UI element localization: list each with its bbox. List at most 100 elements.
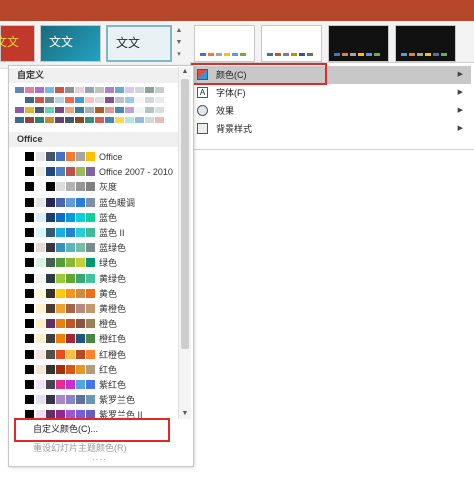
color-chip — [36, 228, 45, 237]
reset-theme-colors-menu-item: 重设幻灯片主题颜色(R) — [33, 443, 127, 453]
color-scheme-item[interactable]: 蓝绿色 — [13, 241, 181, 255]
color-scheme-label: 蓝色暖调 — [99, 197, 136, 208]
color-chip — [46, 152, 55, 161]
color-chip — [15, 87, 24, 93]
color-scheme-item[interactable]: 黄橙色 — [13, 302, 181, 316]
variant-color-chip — [307, 53, 313, 56]
color-chip — [86, 334, 95, 344]
color-scheme-item[interactable]: 黄色 — [13, 287, 181, 301]
color-scheme-item[interactable]: 蓝色 — [13, 211, 181, 225]
color-chip — [25, 304, 34, 313]
color-chip — [155, 107, 164, 113]
color-chip — [56, 167, 65, 177]
color-chip — [155, 97, 164, 103]
color-chip — [105, 117, 114, 123]
chevron-up-icon[interactable]: ▲ — [174, 25, 184, 37]
color-scheme-item[interactable]: Office — [13, 150, 181, 164]
chevron-down-icon[interactable]: ▼ — [174, 37, 184, 49]
color-chip — [55, 97, 64, 103]
color-scheme-item[interactable]: 红色 — [13, 363, 181, 377]
color-chip — [15, 182, 24, 192]
variant-thumbnail-1[interactable] — [194, 25, 255, 62]
custom-color-scheme[interactable] — [15, 117, 165, 123]
submenu-item-effects[interactable]: 效果 ▶ — [193, 102, 471, 120]
color-scheme-item[interactable]: 蓝色 II — [13, 226, 181, 240]
color-chip — [36, 167, 45, 177]
color-scheme-label: 黄橙色 — [99, 304, 127, 314]
color-chip — [76, 258, 85, 268]
color-chip — [56, 258, 65, 268]
custom-color-scheme[interactable] — [15, 87, 165, 93]
color-scheme-label: 黄绿色 — [99, 273, 127, 284]
custom-color-scheme[interactable] — [15, 107, 165, 113]
color-chip — [115, 87, 124, 93]
color-chip — [15, 380, 24, 389]
submenu-item-background-styles[interactable]: 背景样式 ▶ — [193, 120, 471, 138]
theme-thumbnail-2[interactable]: 文文 — [40, 25, 101, 62]
color-chip — [125, 117, 134, 123]
variant-color-chip — [401, 53, 407, 56]
color-swatch-set — [15, 380, 96, 389]
chevron-right-icon: ▶ — [457, 89, 463, 96]
color-swatch-set — [15, 349, 96, 359]
color-scheme-item[interactable]: 灰度 — [13, 180, 181, 194]
scrollbar-thumb[interactable] — [181, 79, 189, 349]
custom-color-scheme[interactable] — [15, 97, 165, 103]
color-chip — [36, 304, 45, 313]
color-chip — [36, 288, 45, 298]
color-swatch-set — [15, 334, 96, 344]
color-swatch-set — [15, 197, 96, 207]
color-scheme-item[interactable]: 蓝色暖调 — [13, 196, 181, 210]
theme-thumbnail-3[interactable]: 文文 — [106, 25, 172, 62]
color-scheme-item[interactable]: 橙红色 — [13, 332, 181, 346]
color-chip — [66, 182, 75, 192]
color-chip — [95, 97, 104, 103]
color-chip — [45, 97, 54, 103]
variant-thumbnail-2[interactable] — [261, 25, 322, 62]
submenu-item-label: 背景样式 — [216, 124, 253, 134]
color-swatch-set — [15, 304, 96, 313]
color-swatch-set — [15, 182, 96, 192]
color-chip — [15, 349, 24, 359]
scroll-down-icon[interactable]: ▼ — [179, 409, 191, 419]
variant-color-chip — [283, 53, 289, 56]
color-chip — [15, 288, 24, 298]
color-scheme-item[interactable]: 紫红色 — [13, 378, 181, 392]
color-chip — [15, 243, 24, 253]
color-scheme-item[interactable]: 黄绿色 — [13, 272, 181, 286]
scroll-up-icon[interactable]: ▲ — [179, 67, 191, 77]
gallery-more-icon[interactable]: ▾ — [174, 49, 184, 61]
color-chip — [86, 288, 95, 298]
resize-grip-icon[interactable]: ···· — [92, 455, 107, 464]
color-chip — [115, 107, 124, 113]
color-chip — [56, 319, 65, 329]
color-chip — [145, 97, 154, 103]
color-chip — [46, 319, 55, 329]
theme-gallery-scroller: ▲ ▼ ▾ — [174, 25, 184, 62]
color-chip — [15, 395, 24, 405]
color-chip — [66, 243, 75, 253]
color-chip — [45, 87, 54, 93]
colors-list-scrollbar[interactable]: ▲ ▼ — [178, 67, 191, 419]
color-chip — [76, 349, 85, 359]
color-scheme-item[interactable]: 橙色 — [13, 317, 181, 331]
color-chip — [56, 380, 65, 389]
variant-thumbnail-4[interactable] — [395, 25, 456, 62]
submenu-item-fonts[interactable]: A 字体(F) ▶ — [193, 84, 471, 102]
variant-color-chip — [342, 53, 348, 56]
color-scheme-item[interactable]: 紫罗兰色 — [13, 393, 181, 407]
color-chip — [86, 152, 95, 161]
color-scheme-item[interactable]: Office 2007 - 2010 — [13, 165, 181, 179]
color-scheme-item[interactable]: 绿色 — [13, 256, 181, 270]
color-scheme-item[interactable]: 红橙色 — [13, 348, 181, 362]
color-chip — [25, 212, 34, 222]
color-chip — [66, 319, 75, 329]
color-chip — [15, 364, 24, 374]
color-scheme-label: 蓝色 — [99, 212, 118, 223]
theme-thumbnail-1[interactable]: 文文 — [0, 25, 35, 62]
color-scheme-label: 绿色 — [99, 258, 118, 269]
color-chip — [15, 152, 24, 161]
color-chip — [86, 395, 95, 405]
variant-thumbnail-3[interactable] — [328, 25, 389, 62]
color-chip — [145, 117, 154, 123]
